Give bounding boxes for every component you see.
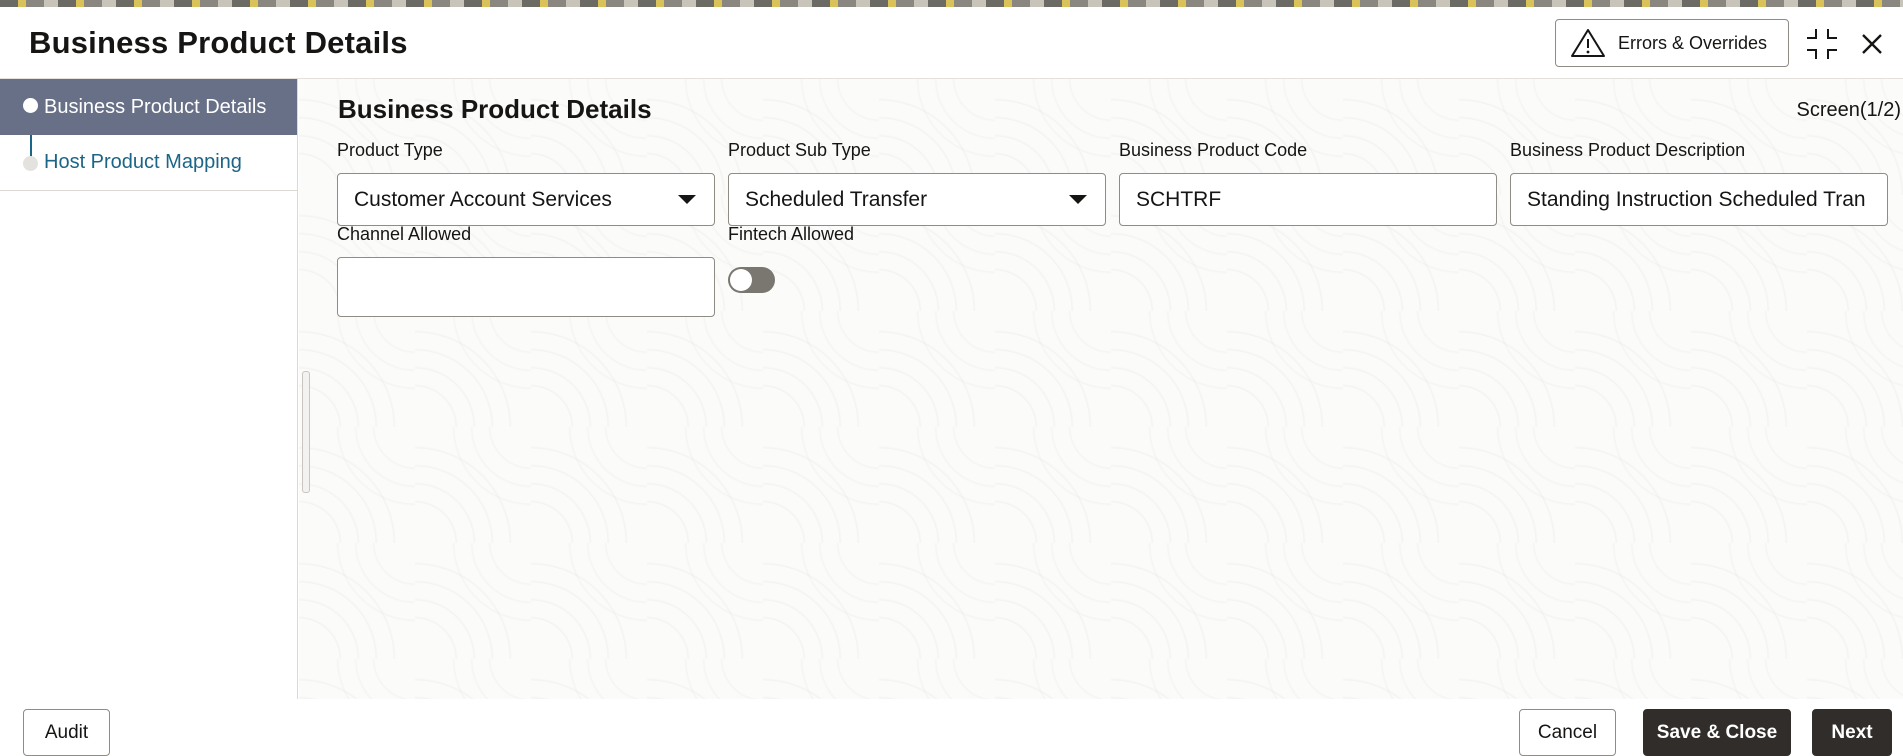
product-type-select[interactable]: Customer Account Services xyxy=(337,173,715,226)
modal-header: Business Product Details Errors & Overri… xyxy=(0,7,1903,79)
business-product-code-label: Business Product Code xyxy=(1119,140,1308,160)
main-content: Business Product Details Screen(1/2) Pro… xyxy=(299,79,1903,699)
close-icon[interactable] xyxy=(1855,27,1889,61)
screen-indicator: Screen(1/2) xyxy=(1796,99,1902,121)
sidebar: Business Product Details Host Product Ma… xyxy=(0,79,298,699)
save-close-button[interactable]: Save & Close xyxy=(1643,709,1791,756)
background-strip xyxy=(0,0,1903,7)
modal-title: Business Product Details xyxy=(29,25,408,60)
product-sub-type-value: Scheduled Transfer xyxy=(745,187,928,211)
business-product-modal: Business Product Details Errors & Overri… xyxy=(0,7,1903,756)
sidebar-item-label: Business Product Details xyxy=(44,95,267,118)
section-title: Business Product Details xyxy=(338,94,652,124)
fintech-allowed-toggle[interactable] xyxy=(728,267,775,293)
channel-allowed-label: Channel Allowed xyxy=(337,224,472,244)
product-type-value: Customer Account Services xyxy=(354,187,612,211)
product-sub-type-select[interactable]: Scheduled Transfer xyxy=(728,173,1106,226)
next-button[interactable]: Next xyxy=(1812,709,1892,756)
caret-down-icon xyxy=(1069,195,1087,204)
channel-allowed-input[interactable] xyxy=(337,257,715,317)
step-dot-icon xyxy=(23,156,38,171)
sidebar-item-host-product-mapping[interactable]: Host Product Mapping xyxy=(0,135,297,191)
sidebar-item-business-product-details[interactable]: Business Product Details xyxy=(0,79,297,135)
errors-overrides-label: Errors & Overrides xyxy=(1618,32,1768,53)
business-product-description-input[interactable]: Standing Instruction Scheduled Tran xyxy=(1510,173,1888,226)
product-type-label: Product Type xyxy=(337,140,443,160)
audit-button[interactable]: Audit xyxy=(23,709,110,756)
warning-icon xyxy=(1571,29,1605,57)
shrink-icon[interactable] xyxy=(1805,27,1839,61)
caret-down-icon xyxy=(678,195,696,204)
sidebar-item-label: Host Product Mapping xyxy=(44,151,242,173)
scrollbar[interactable] xyxy=(302,371,310,493)
fintech-allowed-label: Fintech Allowed xyxy=(728,224,855,244)
toggle-knob xyxy=(730,269,752,291)
step-dot-icon xyxy=(23,98,38,113)
business-product-code-input[interactable]: SCHTRF xyxy=(1119,173,1497,226)
business-product-code-value: SCHTRF xyxy=(1136,187,1222,211)
business-product-description-label: Business Product Description xyxy=(1510,140,1746,160)
modal-footer: Audit Cancel Save & Close Next xyxy=(0,699,1903,756)
cancel-button[interactable]: Cancel xyxy=(1519,709,1616,756)
business-product-description-value: Standing Instruction Scheduled Tran xyxy=(1527,187,1866,211)
errors-overrides-button[interactable]: Errors & Overrides xyxy=(1555,19,1789,67)
product-sub-type-label: Product Sub Type xyxy=(728,140,871,160)
